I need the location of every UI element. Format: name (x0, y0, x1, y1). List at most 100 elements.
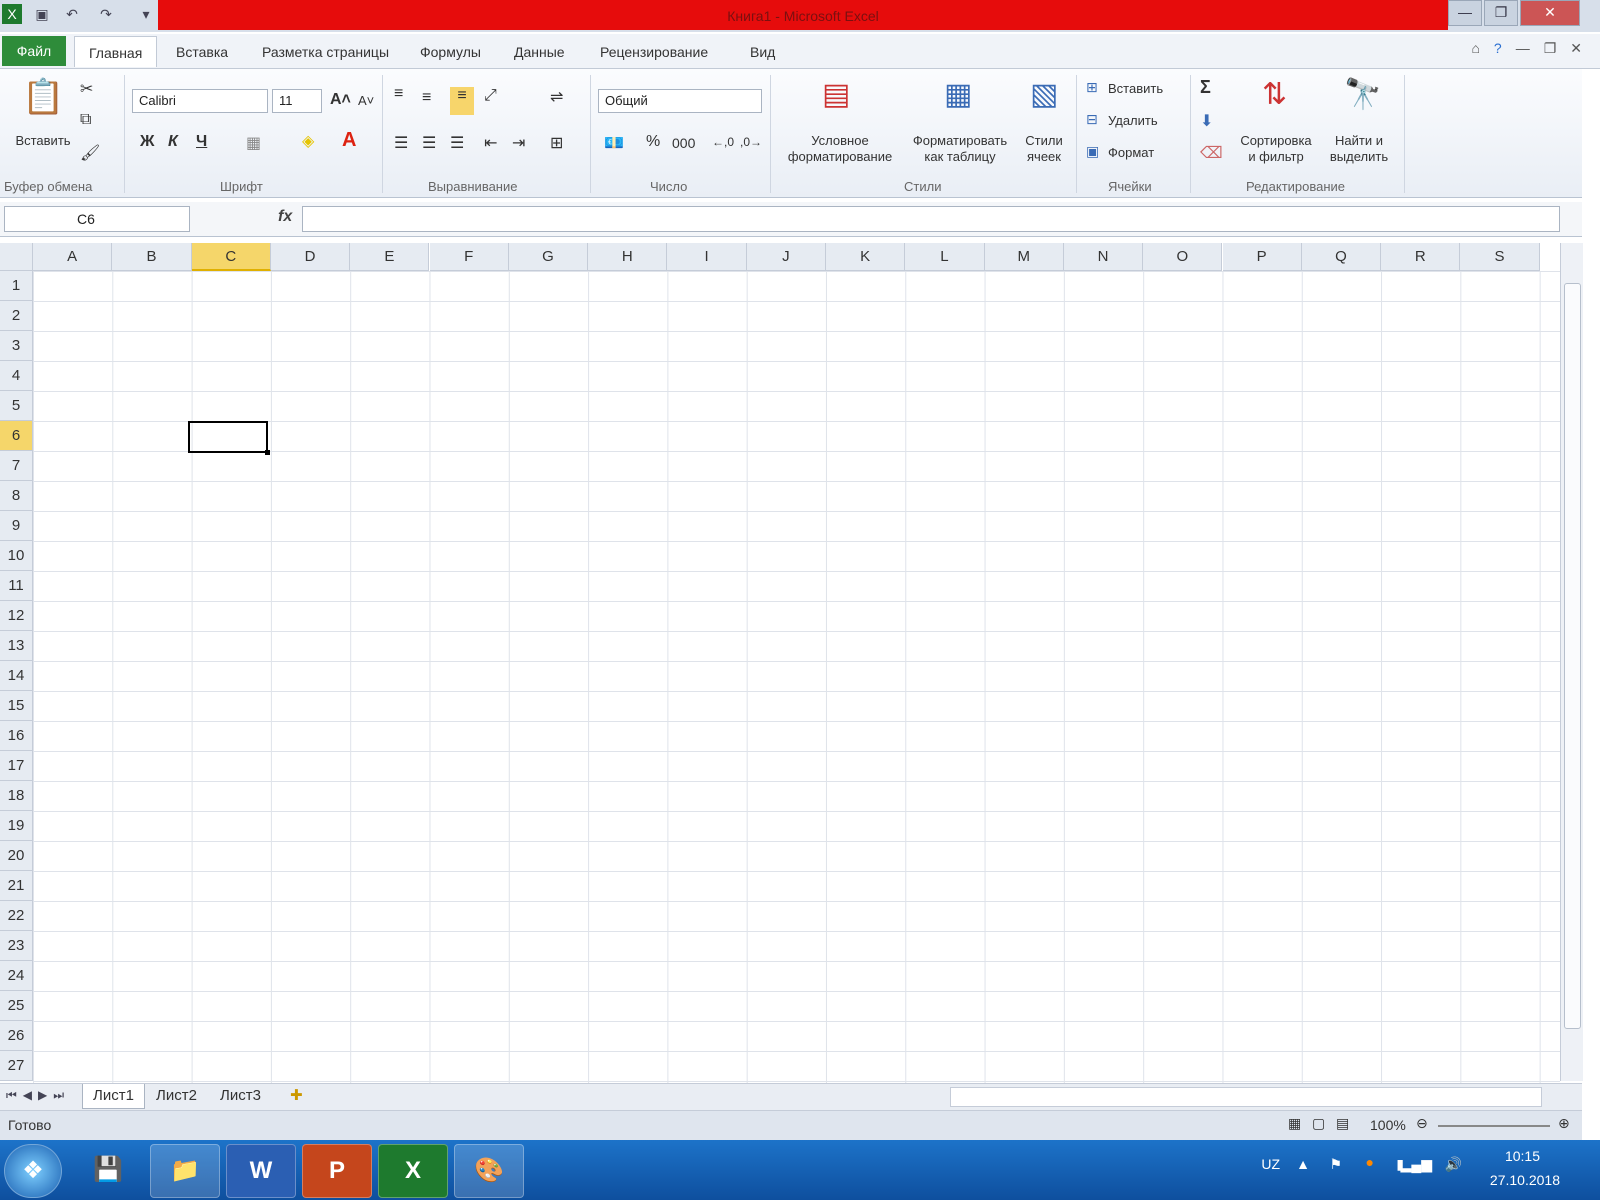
align-top-icon[interactable]: ≡ (394, 85, 403, 103)
percent-button[interactable]: % (646, 133, 660, 151)
row-header-26[interactable]: 26 (0, 1021, 33, 1051)
font-color-icon[interactable]: A (342, 129, 356, 152)
format-as-table-icon[interactable]: ▦ (944, 77, 972, 112)
find-select-button[interactable]: Найти и выделить (1320, 133, 1398, 165)
row-header-3[interactable]: 3 (0, 331, 33, 361)
sheet-tab-1[interactable]: Лист1 (82, 1084, 145, 1109)
start-button-icon[interactable]: ❖ (4, 1144, 62, 1198)
format-cells-icon[interactable]: ▣ (1086, 143, 1099, 160)
sort-filter-button[interactable]: Сортировка и фильтр (1232, 133, 1320, 165)
column-header-a[interactable]: A (33, 243, 113, 271)
network-icon[interactable]: ▂▄▆ (1401, 1156, 1432, 1173)
page-break-view-icon[interactable]: ▤ (1336, 1115, 1349, 1132)
column-header-f[interactable]: F (429, 243, 509, 271)
tab-page-layout[interactable]: Разметка страницы (248, 36, 403, 66)
align-left-icon[interactable]: ☰ (394, 133, 408, 153)
paste-icon[interactable]: 📋 (22, 77, 64, 121)
align-center-icon[interactable]: ☰ (422, 133, 436, 153)
row-header-6[interactable]: 6 (0, 421, 33, 451)
column-header-i[interactable]: I (667, 243, 747, 271)
column-header-k[interactable]: K (826, 243, 906, 271)
column-header-p[interactable]: P (1222, 243, 1302, 271)
find-select-icon[interactable]: 🔭 (1344, 77, 1381, 112)
copy-icon[interactable]: ⧉ (80, 111, 91, 129)
row-header-19[interactable]: 19 (0, 811, 33, 841)
row-header-16[interactable]: 16 (0, 721, 33, 751)
row-header-9[interactable]: 9 (0, 511, 33, 541)
insert-cells-button[interactable]: Вставить (1108, 81, 1163, 97)
decrease-indent-icon[interactable]: ⇤ (484, 133, 497, 153)
font-name-select[interactable]: Calibri (132, 89, 268, 113)
sheet-tab-3[interactable]: Лист3 (210, 1084, 271, 1108)
row-header-22[interactable]: 22 (0, 901, 33, 931)
thousands-button[interactable]: 000 (672, 135, 695, 151)
sort-filter-icon[interactable]: ⇅ (1262, 77, 1287, 112)
cut-icon[interactable]: ✂ (80, 79, 93, 99)
column-header-l[interactable]: L (905, 243, 985, 271)
underline-button[interactable]: Ч (196, 133, 207, 151)
tab-home[interactable]: Главная (74, 36, 158, 67)
orientation-icon[interactable]: ⤢ (484, 87, 497, 105)
column-header-b[interactable]: B (112, 243, 192, 271)
cell-styles-button[interactable]: Стили ячеек (1016, 133, 1072, 165)
workbook-restore-icon[interactable]: ❐ (1544, 40, 1557, 57)
increase-decimal-icon[interactable]: ←,0 (712, 135, 734, 149)
column-header-r[interactable]: R (1381, 243, 1461, 271)
column-header-n[interactable]: N (1063, 243, 1144, 271)
wrap-text-icon[interactable]: ⇌ (550, 87, 563, 107)
name-box[interactable]: C6 (4, 206, 190, 232)
column-header-g[interactable]: G (508, 243, 589, 271)
clear-icon[interactable]: ⌫ (1200, 143, 1223, 163)
conditional-formatting-button[interactable]: Условное форматирование (776, 133, 904, 165)
column-header-d[interactable]: D (270, 243, 351, 271)
page-layout-view-icon[interactable]: ▢ (1312, 1115, 1325, 1132)
column-header-h[interactable]: H (588, 243, 668, 271)
increase-indent-icon[interactable]: ⇥ (512, 133, 525, 153)
floppy-app-icon[interactable]: 💾 (74, 1144, 142, 1196)
column-header-c[interactable]: C (191, 243, 271, 271)
excel-icon[interactable]: X (378, 1144, 448, 1198)
format-as-table-button[interactable]: Форматировать как таблицу (904, 133, 1016, 165)
paste-button[interactable]: Вставить (8, 133, 78, 149)
column-header-q[interactable]: Q (1301, 243, 1382, 271)
number-format-select[interactable]: Общий (598, 89, 762, 113)
row-header-23[interactable]: 23 (0, 931, 33, 961)
row-header-13[interactable]: 13 (0, 631, 33, 661)
notification-icon[interactable]: ● (1366, 1154, 1374, 1170)
insert-function-icon[interactable]: fx (278, 208, 292, 226)
row-header-15[interactable]: 15 (0, 691, 33, 721)
row-header-21[interactable]: 21 (0, 871, 33, 901)
increase-font-icon[interactable]: A˄ (330, 91, 351, 109)
redo-icon[interactable]: ↷ (96, 4, 116, 24)
zoom-slider[interactable] (1438, 1125, 1550, 1127)
close-button[interactable]: ✕ (1520, 0, 1580, 26)
tab-insert[interactable]: Вставка (162, 36, 242, 66)
autosum-icon[interactable]: Σ (1200, 77, 1211, 98)
row-header-27[interactable]: 27 (0, 1051, 33, 1081)
align-right-icon[interactable]: ☰ (450, 133, 464, 153)
select-all-corner[interactable] (0, 243, 33, 271)
decrease-decimal-icon[interactable]: ,0→ (740, 135, 762, 149)
column-header-j[interactable]: J (746, 243, 826, 271)
active-cell[interactable] (188, 421, 270, 455)
row-header-17[interactable]: 17 (0, 751, 33, 781)
row-header-7[interactable]: 7 (0, 451, 33, 481)
conditional-formatting-icon[interactable]: ▤ (822, 77, 850, 112)
excel-app-icon[interactable]: X (2, 4, 22, 24)
row-header-10[interactable]: 10 (0, 541, 33, 571)
row-header-8[interactable]: 8 (0, 481, 33, 511)
align-middle-icon[interactable]: ≡ (422, 89, 431, 107)
normal-view-icon[interactable]: ▦ (1288, 1115, 1301, 1132)
workbook-minimize-icon[interactable]: — (1516, 40, 1530, 57)
clock-time[interactable]: 10:15 (1505, 1148, 1540, 1164)
minimize-button[interactable]: — (1448, 0, 1482, 26)
bold-button[interactable]: Ж (140, 133, 154, 151)
zoom-in-icon[interactable]: ⊕ (1558, 1115, 1570, 1132)
row-header-12[interactable]: 12 (0, 601, 33, 631)
paint-icon[interactable]: 🎨 (454, 1144, 524, 1198)
row-header-1[interactable]: 1 (0, 271, 33, 301)
row-header-14[interactable]: 14 (0, 661, 33, 691)
column-header-m[interactable]: M (984, 243, 1064, 271)
file-tab[interactable]: Файл (2, 36, 66, 66)
vertical-scroll-thumb[interactable] (1564, 283, 1581, 1029)
